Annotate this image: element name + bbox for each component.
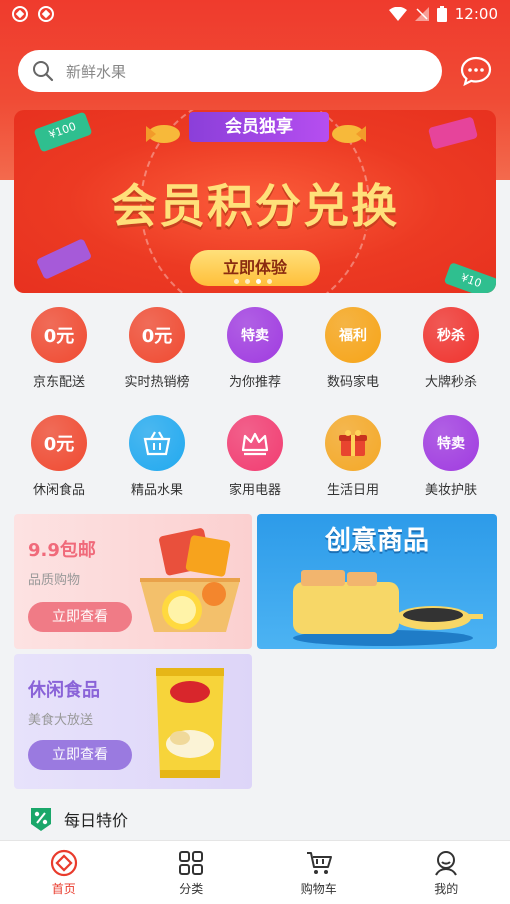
chips-bag-image (156, 668, 224, 778)
grid-item-snacks[interactable]: 0元 休闲食品 (10, 415, 108, 498)
grid-icon (179, 851, 204, 875)
view-now-button[interactable]: 立即查看 (28, 740, 132, 770)
basket-icon (129, 415, 185, 471)
special-sale-icon: 特卖 (423, 415, 479, 471)
gift-icon (325, 415, 381, 471)
nav-profile[interactable]: 我的 (383, 841, 510, 904)
status-bar: 12:00 (0, 0, 510, 30)
banner-tag: 会员独享 (189, 112, 329, 142)
coupon-decoration: ¥100 (33, 111, 93, 153)
daily-deals-title: 每日特价 (64, 811, 129, 830)
grid-label: 家用电器 (228, 483, 281, 498)
grid-label: 数码家电 (326, 375, 379, 390)
app-notification-icon (38, 6, 54, 22)
nav-label: 购物车 (300, 882, 337, 896)
nav-label: 首页 (51, 882, 76, 896)
discount-tag-icon (31, 808, 51, 831)
grid-label: 大牌秒杀 (424, 375, 477, 390)
grid-item-recommend[interactable]: 特卖 为你推荐 (206, 307, 304, 390)
battery-icon (436, 6, 447, 22)
flash-sale-icon: 秒杀 (423, 307, 479, 363)
zero-yuan-icon: 0元 (31, 415, 87, 471)
promo-title: 创意商品 (324, 526, 429, 556)
view-now-button[interactable]: 立即查看 (28, 602, 132, 632)
daily-deals-header[interactable]: 每日特价 (28, 805, 128, 833)
banner-headline: 会员积分兑换 (111, 179, 399, 233)
grid-label: 为你推荐 (228, 375, 281, 390)
grid-item-flash-sale[interactable]: 秒杀 大牌秒杀 (402, 307, 500, 390)
grid-label: 精品水果 (130, 483, 183, 498)
grid-label: 美妆护肤 (424, 483, 477, 498)
crown-icon (227, 415, 283, 471)
special-sale-icon: 特卖 (227, 307, 283, 363)
snack-basket-image (140, 528, 240, 632)
fish-icon (332, 125, 366, 143)
app-notification-icon (12, 6, 28, 22)
status-time: 12:00 (454, 5, 498, 23)
grid-item-fruit[interactable]: 精品水果 (108, 415, 206, 498)
coupon-decoration: ¥10 (443, 262, 496, 293)
search-bar[interactable]: 新鲜水果 (18, 50, 442, 92)
grid-label: 实时热销榜 (124, 375, 190, 390)
toaster-image (293, 570, 483, 646)
bottom-nav: 首页 分类 购物车 我的 (0, 840, 510, 904)
banner-pagination (234, 279, 272, 284)
nav-cart[interactable]: 购物车 (255, 841, 383, 904)
home-icon (50, 849, 77, 877)
promo-banner[interactable]: ¥100 ¥10 会员独享 会员积分兑换 立即体验 (14, 110, 496, 293)
coupon-decoration (35, 238, 93, 280)
grid-label: 休闲食品 (32, 483, 85, 498)
message-icon[interactable] (459, 54, 493, 88)
grid-item-beauty[interactable]: 特卖 美妆护肤 (402, 415, 500, 498)
grid-item-appliances[interactable]: 家用电器 (206, 415, 304, 498)
welfare-icon: 福利 (325, 307, 381, 363)
zero-yuan-icon: 0元 (129, 307, 185, 363)
search-placeholder: 新鲜水果 (66, 62, 127, 81)
promo-subtitle: 品质购物 (28, 573, 81, 588)
signal-icon (414, 7, 429, 21)
grid-item-digital[interactable]: 福利 数码家电 (304, 307, 402, 390)
coupon-decoration (427, 116, 479, 150)
nav-category[interactable]: 分类 (128, 841, 256, 904)
grid-item-jd-delivery[interactable]: 0元 京东配送 (10, 307, 108, 390)
promo-card-creative[interactable]: 创意商品 (257, 514, 497, 649)
grid-item-hot-list[interactable]: 0元 实时热销榜 (108, 307, 206, 390)
zero-yuan-icon: 0元 (31, 307, 87, 363)
nav-label: 我的 (434, 882, 459, 896)
grid-label: 生活日用 (326, 483, 379, 498)
search-icon (33, 61, 54, 82)
grid-label: 京东配送 (32, 375, 85, 390)
promo-title: 休闲食品 (28, 680, 100, 701)
cart-icon (306, 852, 332, 874)
fish-icon (146, 125, 180, 143)
promo-card-free-shipping[interactable]: 9.9包邮 品质购物 立即查看 (14, 514, 252, 649)
promo-subtitle: 美食大放送 (28, 713, 94, 728)
wifi-icon (388, 7, 407, 21)
promo-title: 9.9包邮 (28, 540, 96, 561)
user-icon (435, 851, 458, 876)
nav-label: 分类 (179, 882, 204, 896)
nav-home[interactable]: 首页 (0, 841, 128, 904)
promo-card-snacks[interactable]: 休闲食品 美食大放送 立即查看 (14, 654, 252, 789)
grid-item-daily-use[interactable]: 生活日用 (304, 415, 402, 498)
